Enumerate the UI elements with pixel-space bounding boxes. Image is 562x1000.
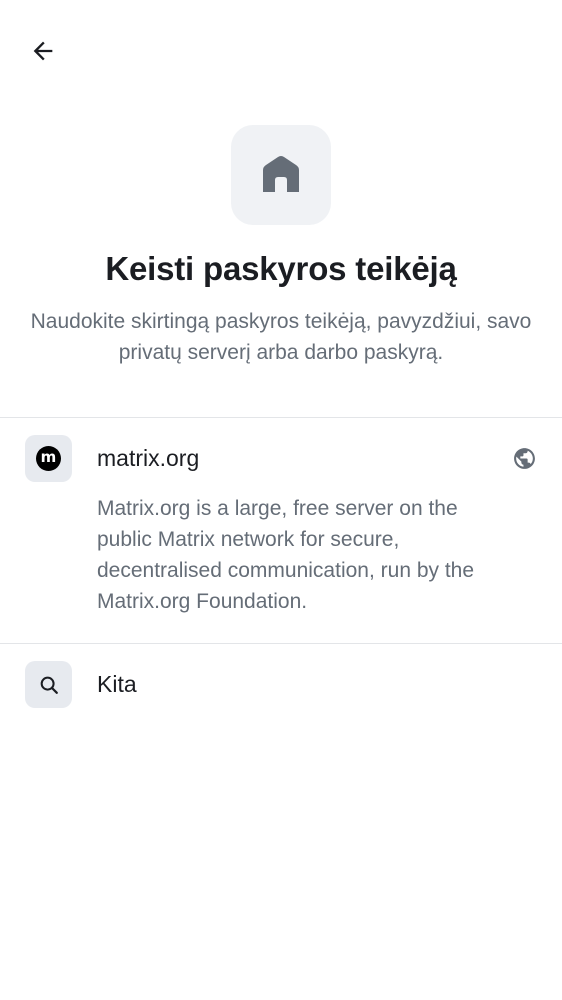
search-icon: [40, 676, 58, 694]
page-title: Keisti paskyros teikėją: [105, 250, 457, 287]
provider-label: Kita: [97, 671, 137, 697]
provider-option-matrix-org[interactable]: m matrix.org Matrix.org is a large, free…: [0, 418, 562, 643]
page-subtitle: Naudokite skirtingą paskyros teikėją, pa…: [30, 310, 532, 364]
provider-icon-container: m: [25, 435, 72, 482]
provider-icon-container: [25, 661, 72, 708]
arrow-left-icon: [33, 41, 53, 61]
provider-option-other[interactable]: Kita: [0, 644, 562, 726]
globe-icon: [514, 448, 535, 469]
provider-label: matrix.org: [97, 445, 200, 471]
hero-icon-container: [231, 125, 331, 225]
provider-description: Matrix.org is a large, free server on th…: [97, 497, 475, 613]
home-icon: [263, 156, 299, 192]
back-button[interactable]: [22, 30, 64, 72]
matrix-logo-icon: m: [36, 446, 61, 471]
